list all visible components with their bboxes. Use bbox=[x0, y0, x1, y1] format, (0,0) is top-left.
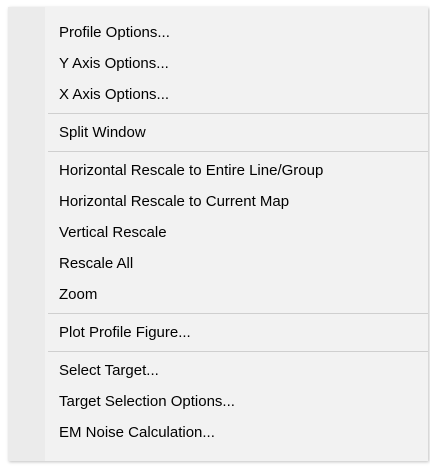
menu-item-profile-options[interactable]: Profile Options... bbox=[8, 17, 428, 48]
menu-item-y-axis-options[interactable]: Y Axis Options... bbox=[8, 48, 428, 79]
menu-separator bbox=[8, 348, 428, 355]
menu-item-plot-profile-figure[interactable]: Plot Profile Figure... bbox=[8, 317, 428, 348]
menu-item-rescale-all[interactable]: Rescale All bbox=[8, 248, 428, 279]
menu-item-x-axis-options[interactable]: X Axis Options... bbox=[8, 79, 428, 110]
menu-item-split-window[interactable]: Split Window bbox=[8, 117, 428, 148]
menu-items: Profile Options... Y Axis Options... X A… bbox=[8, 17, 428, 448]
menu-item-select-target[interactable]: Select Target... bbox=[8, 355, 428, 386]
menu-item-horizontal-rescale-entire[interactable]: Horizontal Rescale to Entire Line/Group bbox=[8, 155, 428, 186]
menu-item-zoom[interactable]: Zoom bbox=[8, 279, 428, 310]
menu-separator bbox=[8, 148, 428, 155]
menu-item-horizontal-rescale-current-map[interactable]: Horizontal Rescale to Current Map bbox=[8, 186, 428, 217]
menu-item-em-noise-calculation[interactable]: EM Noise Calculation... bbox=[8, 417, 428, 448]
menu-separator bbox=[8, 110, 428, 117]
menu-separator bbox=[8, 310, 428, 317]
menu-item-vertical-rescale[interactable]: Vertical Rescale bbox=[8, 217, 428, 248]
context-menu: Profile Options... Y Axis Options... X A… bbox=[8, 7, 428, 461]
menu-item-target-selection-options[interactable]: Target Selection Options... bbox=[8, 386, 428, 417]
